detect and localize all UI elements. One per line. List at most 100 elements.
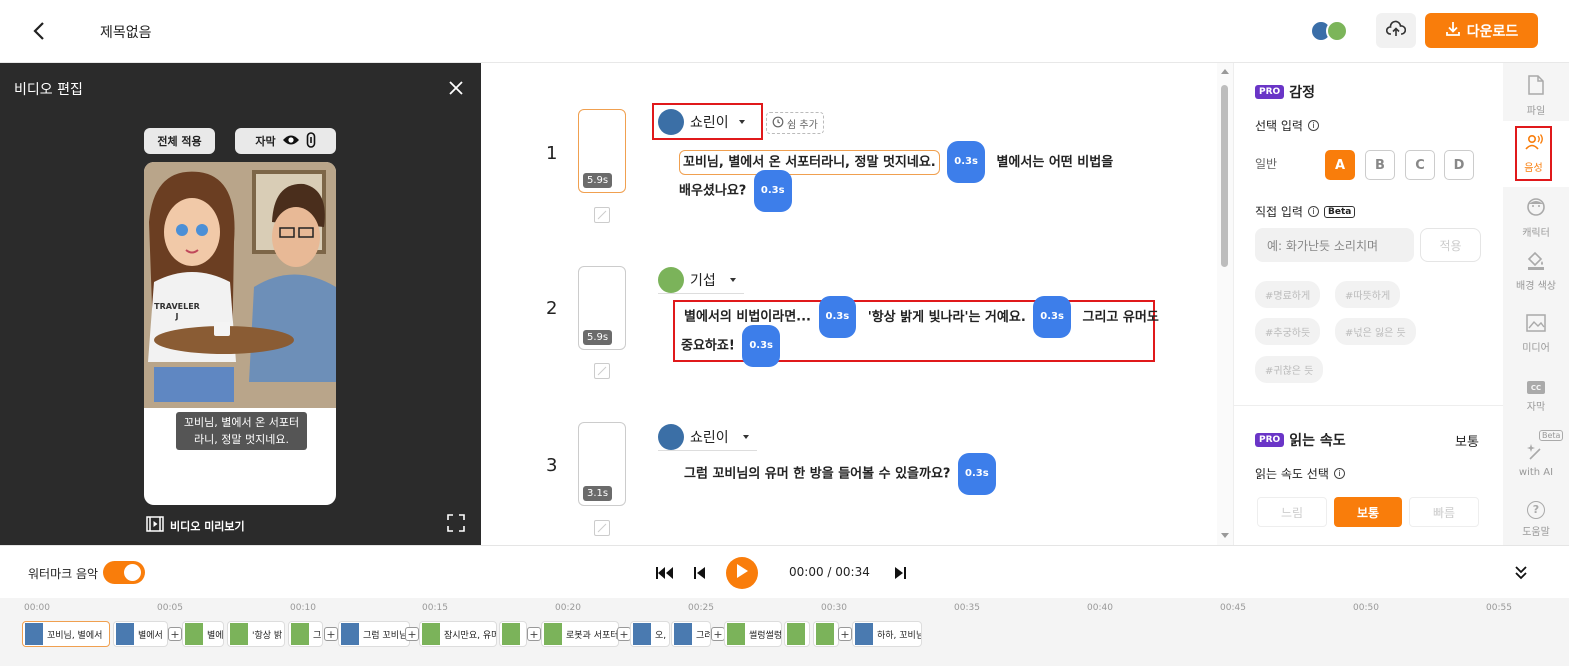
emotion-chip[interactable]: #따뜻하게 bbox=[1335, 281, 1401, 308]
project-title[interactable]: 제목없음 bbox=[100, 22, 152, 42]
direct-input-field[interactable]: 예: 화가난듯 소리치며 bbox=[1255, 228, 1414, 262]
add-clip-icon[interactable]: + bbox=[711, 627, 725, 641]
subtitle-toggle[interactable]: 자막 bbox=[235, 128, 336, 154]
speed-option-normal[interactable]: 보통 bbox=[1334, 497, 1402, 527]
apply-all-button[interactable]: 전체 적용 bbox=[144, 128, 215, 154]
upload-button[interactable] bbox=[1376, 13, 1416, 48]
download-button[interactable]: 다운로드 bbox=[1425, 13, 1538, 48]
sidebar-item-help[interactable]: ? 도움말 bbox=[1503, 486, 1569, 552]
previous-icon[interactable] bbox=[694, 567, 706, 583]
add-clip-icon[interactable]: + bbox=[527, 627, 541, 641]
speaker-selector[interactable]: 쇼린이 bbox=[658, 423, 757, 451]
sidebar-item-file[interactable]: 파일 bbox=[1503, 63, 1569, 129]
scroll-up-icon[interactable] bbox=[1221, 69, 1229, 74]
skip-to-start-icon[interactable] bbox=[656, 567, 674, 583]
pause-tag[interactable]: 0.3s bbox=[1033, 296, 1071, 338]
sidebar-item-media[interactable]: 미디어 bbox=[1503, 301, 1569, 367]
timeline-clip[interactable]: 그 bbox=[288, 621, 323, 647]
emotion-chip[interactable]: #추궁하듯 bbox=[1255, 318, 1321, 345]
script-line[interactable]: 중요하죠! 0.3s bbox=[681, 325, 783, 367]
pause-tag[interactable]: 0.3s bbox=[958, 453, 996, 495]
watermark-music-toggle[interactable] bbox=[103, 561, 145, 584]
apply-button[interactable]: 적용 bbox=[1420, 228, 1481, 262]
sidebar-item-label: 파일 bbox=[1526, 106, 1546, 117]
script-segment[interactable]: 그리고 유머도 bbox=[1083, 310, 1159, 325]
timeline-clip[interactable]: 그려 bbox=[671, 621, 711, 647]
script-segment[interactable]: 배우셨나요? bbox=[679, 184, 746, 199]
speed-value: 보통 bbox=[1455, 435, 1479, 450]
pause-tag[interactable]: 0.3s bbox=[742, 325, 780, 367]
add-clip-icon[interactable]: + bbox=[168, 627, 182, 641]
emotion-chip[interactable]: #명료하게 bbox=[1255, 281, 1321, 308]
speaker-selector[interactable]: 쇼린이 bbox=[652, 103, 763, 140]
play-button[interactable] bbox=[726, 557, 758, 589]
script-segment[interactable]: 별에서는 어떤 비법을 bbox=[996, 155, 1113, 170]
timeline-clip[interactable]: 그럼 꼬비님 bbox=[338, 621, 410, 647]
speaker-selector[interactable]: 기섭 bbox=[658, 266, 744, 294]
scene-thumbnail[interactable]: 3.1s bbox=[578, 422, 626, 506]
pause-tag[interactable]: 0.3s bbox=[947, 141, 985, 183]
timeline-clip[interactable]: 오, bbox=[630, 621, 670, 647]
timeline-clip[interactable] bbox=[813, 621, 839, 647]
scene-thumbnail[interactable]: 5.9s bbox=[578, 266, 626, 350]
emotion-option-a[interactable]: A bbox=[1325, 150, 1355, 180]
add-clip-icon[interactable]: + bbox=[405, 627, 419, 641]
page-scrollbar[interactable] bbox=[1569, 0, 1593, 666]
pause-tag[interactable]: 0.3s bbox=[818, 296, 857, 338]
emotion-chip[interactable]: #귀찮은 듯 bbox=[1255, 356, 1324, 383]
info-icon[interactable]: i bbox=[1307, 206, 1319, 217]
fullscreen-icon[interactable] bbox=[447, 514, 465, 532]
video-preview-button[interactable]: 비디오 미리보기 bbox=[146, 516, 245, 535]
timeline-clip[interactable] bbox=[499, 621, 527, 647]
add-clip-icon[interactable]: + bbox=[324, 627, 338, 641]
scene-number: 1 bbox=[546, 143, 558, 164]
timeline-clip[interactable]: '항상 밝 bbox=[227, 621, 285, 647]
timeline-clip[interactable]: 썰렁썰렁 bbox=[724, 621, 782, 647]
timeline-clip[interactable] bbox=[784, 621, 810, 647]
video-edit-title: 비디오 편집 bbox=[14, 82, 83, 98]
info-icon[interactable]: i bbox=[1333, 468, 1345, 479]
image-placeholder-icon[interactable] bbox=[594, 207, 610, 223]
add-clip-icon[interactable]: + bbox=[617, 627, 631, 641]
timeline-clip[interactable]: 하하, 꼬비님 bbox=[852, 621, 922, 647]
scrollbar[interactable] bbox=[1217, 63, 1233, 545]
back-icon[interactable] bbox=[30, 20, 50, 42]
speed-option-slow[interactable]: 느림 bbox=[1257, 497, 1327, 527]
eye-icon[interactable] bbox=[282, 134, 300, 149]
time-tick: 00:50 bbox=[1353, 603, 1379, 613]
next-icon[interactable] bbox=[894, 567, 906, 583]
collapse-icon[interactable] bbox=[1515, 566, 1527, 584]
scroll-down-icon[interactable] bbox=[1221, 533, 1229, 538]
add-pause-button[interactable]: 쉼 추가 bbox=[766, 112, 824, 134]
script-segment[interactable]: 별에서의 비법이라면... bbox=[684, 310, 811, 325]
shirt-text: TRAVELER J bbox=[152, 302, 202, 322]
sidebar-item-caption[interactable]: CC 자막 bbox=[1503, 364, 1569, 430]
script-segment[interactable]: 그럼 꼬비님의 유머 한 방을 들어볼 수 있을까요? bbox=[684, 467, 950, 482]
script-line[interactable]: 배우셨나요? 0.3s bbox=[679, 170, 795, 212]
script-segment[interactable]: 중요하죠! bbox=[681, 339, 735, 354]
info-icon[interactable]: i bbox=[1307, 120, 1319, 131]
close-icon[interactable] bbox=[448, 80, 464, 96]
speed-option-fast[interactable]: 빠름 bbox=[1409, 497, 1479, 527]
add-clip-icon[interactable]: + bbox=[838, 627, 852, 641]
avatar bbox=[658, 108, 684, 135]
emotion-chip[interactable]: #넋은 잃은 듯 bbox=[1335, 318, 1416, 345]
scene-thumbnail[interactable]: 5.9s bbox=[578, 109, 626, 193]
link-icon[interactable] bbox=[306, 131, 316, 151]
script-segment[interactable]: '항상 밝게 빛나라'는 거예요. bbox=[868, 310, 1026, 325]
sidebar-item-voice[interactable]: 음성 bbox=[1515, 126, 1552, 181]
timeline-clip[interactable]: 로봇과 서포터 bbox=[541, 621, 619, 647]
timeline-clip[interactable]: 꼬비님, 별에서 bbox=[22, 621, 110, 647]
pause-tag[interactable]: 0.3s bbox=[753, 170, 792, 212]
image-placeholder-icon[interactable] bbox=[594, 363, 610, 379]
sidebar-item-background-color[interactable]: 배경 색상 bbox=[1503, 238, 1569, 304]
timeline-clip[interactable]: 별에서 bbox=[113, 621, 168, 647]
scrollbar-thumb[interactable] bbox=[1221, 85, 1228, 267]
emotion-option-c[interactable]: C bbox=[1405, 150, 1435, 180]
script-line[interactable]: 그럼 꼬비님의 유머 한 방을 들어볼 수 있을까요? 0.3s bbox=[684, 453, 999, 495]
timeline-clip[interactable]: 별에 bbox=[182, 621, 224, 647]
timeline-clip[interactable]: 잠시만요, 유머 bbox=[419, 621, 497, 647]
image-placeholder-icon[interactable] bbox=[594, 520, 610, 536]
emotion-option-d[interactable]: D bbox=[1444, 150, 1474, 180]
emotion-option-b[interactable]: B bbox=[1365, 150, 1395, 180]
